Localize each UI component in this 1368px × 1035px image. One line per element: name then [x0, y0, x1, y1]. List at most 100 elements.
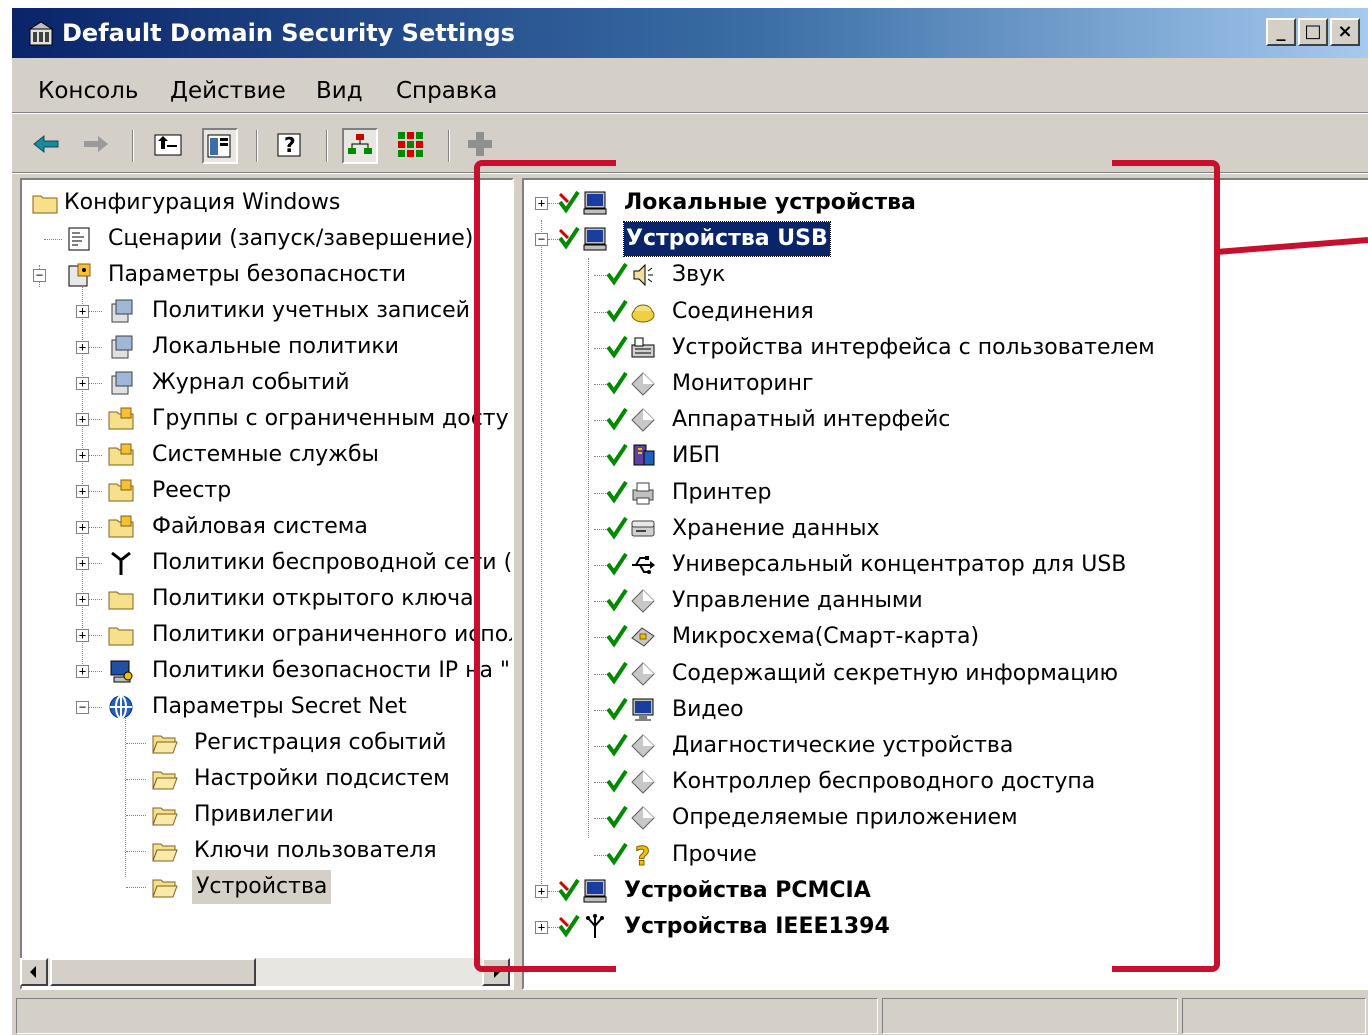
secret-net-icon [109, 695, 133, 719]
tree-item-label: Политики учетных записей [152, 298, 470, 323]
forward-arrow-icon[interactable] [80, 128, 116, 164]
device-tree-label: Устройства PCMCIA [624, 877, 871, 903]
device-tree-label: Контроллер беспроводного доступа [672, 769, 1096, 795]
maximize-button[interactable]: □ [1298, 18, 1328, 46]
tree-item-label: Ключи пользователя [194, 838, 437, 863]
smartcard-icon [631, 627, 655, 648]
device-tree-label: Принтер [672, 479, 772, 505]
show-hide-tree-icon[interactable] [202, 128, 238, 164]
diamond-icon [631, 372, 655, 396]
grid-view-icon[interactable] [394, 128, 430, 164]
question-icon: ? [635, 842, 651, 868]
device-tree-label: Соединения [672, 298, 814, 324]
tree-item-label: Регистрация событий [194, 730, 447, 755]
scroll-left-button[interactable] [20, 958, 48, 986]
folder-icon [32, 195, 58, 214]
up-folder-icon[interactable] [152, 128, 188, 164]
locked-folder-icon [108, 515, 134, 538]
add-icon[interactable] [464, 128, 500, 164]
tree-line [82, 276, 83, 668]
status-bar [12, 994, 1368, 1035]
expand-toggle[interactable]: + [76, 629, 89, 642]
annotation-bracket-left [474, 160, 616, 972]
back-arrow-icon[interactable] [30, 128, 66, 164]
folder-icon [108, 591, 134, 610]
device-tree-label: Содержащий секретную информацию [672, 660, 1119, 686]
tree-item-label: Параметры безопасности [108, 262, 407, 287]
menu-view[interactable]: Вид [316, 78, 363, 104]
device-tree-label: Универсальный концентратор для USB [672, 552, 1127, 577]
policy-icon [111, 371, 133, 395]
expand-toggle[interactable]: + [76, 557, 89, 570]
tree-line [126, 779, 146, 780]
collapse-toggle[interactable]: − [76, 701, 89, 714]
expand-toggle[interactable]: + [76, 413, 89, 426]
modem-icon [631, 304, 655, 323]
drive-icon [631, 520, 655, 537]
policy-icon [111, 335, 133, 359]
scroll-thumb[interactable] [50, 958, 256, 986]
expand-toggle[interactable]: + [76, 305, 89, 318]
toolbar-separator [256, 130, 258, 162]
diamond-icon [631, 734, 655, 758]
expand-toggle[interactable]: + [76, 341, 89, 354]
device-tree-label: Управление данными [672, 588, 923, 614]
expand-toggle[interactable]: + [76, 449, 89, 462]
annotation-bracket-right [1112, 160, 1220, 972]
annotation-pointer-line [1216, 237, 1368, 255]
svg-text:?: ? [635, 842, 650, 868]
tree-line [44, 239, 62, 240]
tree-item-label: Политики ограниченного испол [152, 622, 514, 647]
printer-icon [632, 482, 654, 505]
device-tree-label: Определяемые приложением [672, 805, 1018, 831]
tree-item-label: Реестр [152, 478, 232, 503]
close-button[interactable]: × [1330, 18, 1360, 46]
details-pane[interactable]: + Локальные устройства − Устройства USB Звук… [522, 178, 1368, 990]
device-tree-label: Хранение данных [672, 515, 880, 541]
locked-folder-icon [108, 443, 134, 466]
script-icon [68, 227, 90, 251]
minimize-button[interactable]: _ [1266, 18, 1296, 46]
expand-toggle[interactable]: + [76, 377, 89, 390]
help-icon[interactable]: ? [274, 128, 310, 164]
policy-icon [111, 299, 133, 323]
open-folder-icon [152, 735, 178, 754]
tree-item-label: Конфигурация Windows [64, 190, 341, 215]
ups-icon [633, 444, 655, 466]
tree-item-label: Устройства [192, 870, 332, 904]
tree-item-label: Сценарии (запуск/завершение) [108, 226, 474, 251]
open-folder-icon [152, 843, 178, 862]
expand-toggle[interactable]: + [76, 593, 89, 606]
device-tree-label: Устройства IEEE1394 [624, 914, 890, 939]
open-folder-icon [152, 879, 178, 898]
tree-item-label: Привилегии [194, 802, 334, 827]
collapse-toggle[interactable]: − [33, 269, 46, 282]
tree-item-label: Политики беспроводной сети ( [152, 550, 513, 575]
tree-item-label: Политики безопасности IP на " [152, 658, 511, 683]
console-tree-pane[interactable]: Конфигурация Windows Сценарии (запуск/за… [20, 178, 514, 990]
menu-console[interactable]: Консоль [38, 78, 138, 104]
device-tree-label: Прочие [672, 841, 757, 867]
menu-action[interactable]: Действие [170, 78, 286, 104]
device-tree-label: ИБП [672, 443, 721, 469]
device-tree-label: Устройства интерфейса с пользователем [672, 334, 1155, 360]
locked-folder-icon [108, 407, 134, 430]
status-cell-secondary [882, 998, 1178, 1034]
diamond-icon [631, 589, 655, 613]
menu-help[interactable]: Справка [396, 78, 497, 104]
usb-icon [632, 556, 655, 574]
title-bar[interactable]: Default Domain Security Settings _ □ × [12, 8, 1368, 58]
tree-item-label: Политики открытого ключа [152, 586, 474, 611]
expand-toggle[interactable]: + [76, 485, 89, 498]
device-tree-label: Звук [672, 262, 726, 288]
expand-toggle[interactable]: + [76, 665, 89, 678]
horizontal-scrollbar[interactable] [20, 958, 510, 986]
tree-item-label: Системные службы [152, 442, 379, 467]
device-tree-label: Микросхема(Смарт-карта) [672, 624, 980, 650]
tree-line [126, 815, 146, 816]
monitor-icon [632, 698, 654, 721]
tree-view-icon[interactable] [342, 128, 378, 164]
expand-toggle[interactable]: + [76, 521, 89, 534]
toolbar-separator [326, 130, 328, 162]
menu-bar: Консоль Действие Вид Справка [12, 66, 1368, 110]
